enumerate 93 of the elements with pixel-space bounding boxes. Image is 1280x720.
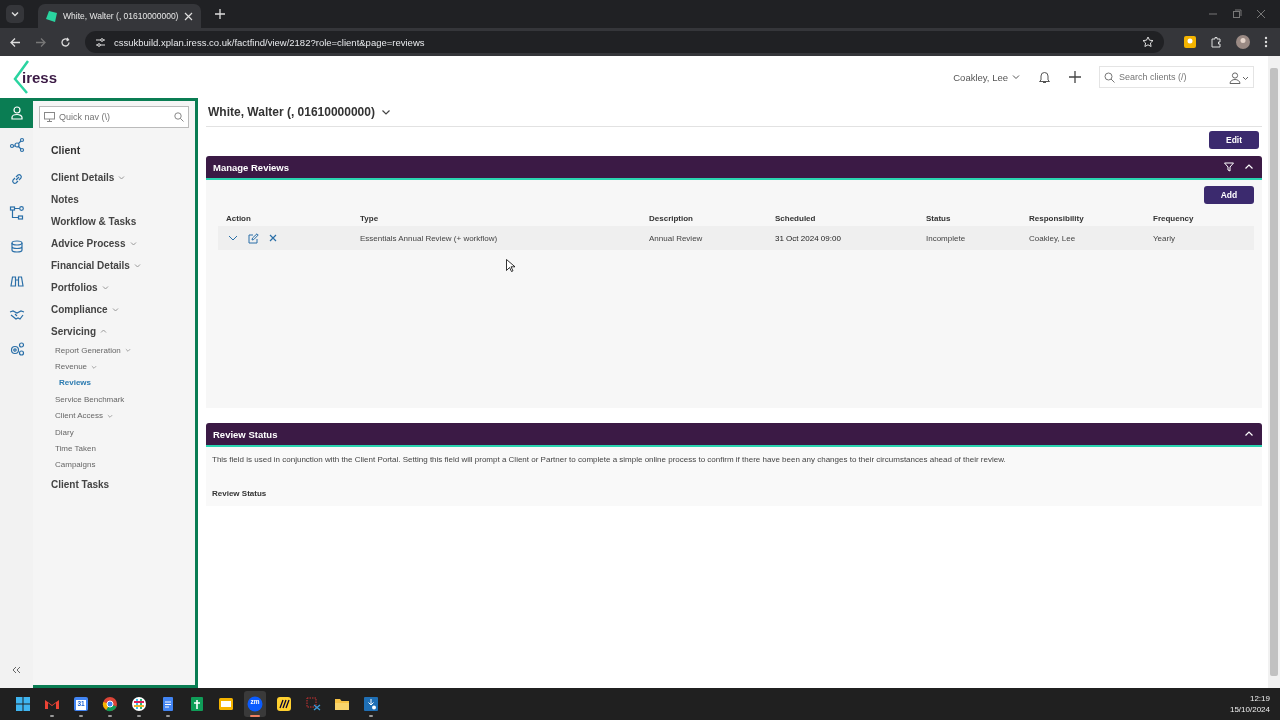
mouse-cursor-icon <box>506 259 515 272</box>
delete-icon[interactable] <box>269 234 277 242</box>
column-header: Scheduled <box>774 213 817 223</box>
nav-item[interactable]: Servicing <box>51 320 108 342</box>
sidebar-tab[interactable] <box>0 98 33 128</box>
column-header: Frequency <box>1152 213 1195 223</box>
tab-favicon-icon <box>46 10 57 22</box>
notification-bell-icon[interactable] <box>1038 70 1051 84</box>
chevron-down-icon <box>111 305 119 313</box>
extension-icon[interactable] <box>1184 36 1196 48</box>
person-icon <box>8 105 25 121</box>
clock-time[interactable]: 12:19 <box>1249 694 1270 703</box>
field-description: This field is used in conjunction with the Client Portal. Setting this field will prompt a Client or Partner to complete a simple online process to confirm if there have been any changes to their circumstances ahead of their review. <box>212 455 1007 464</box>
flow-icon <box>8 205 25 221</box>
nav-item[interactable]: Reviews <box>59 374 92 392</box>
panel-title: Manage Reviews <box>213 161 290 173</box>
column-header: Status <box>925 213 952 223</box>
edit-icon[interactable] <box>248 232 259 244</box>
table-cell-text: 31 Oct 2024 09:00 <box>774 233 842 243</box>
nav-item[interactable]: Time Taken <box>55 440 96 457</box>
new-tab-icon[interactable] <box>215 9 226 19</box>
account-icon[interactable] <box>1229 72 1249 84</box>
nav-item[interactable]: Report Generation <box>55 342 131 359</box>
quick-nav-field[interactable]: Quick nav (\) <box>39 106 189 128</box>
search-icon <box>1104 72 1115 83</box>
nav-item[interactable]: Revenue <box>55 358 98 375</box>
chevron-down-icon <box>91 363 98 370</box>
nav-item[interactable]: Portfolios <box>51 276 109 298</box>
chevron-down-icon <box>124 347 131 354</box>
search-clients-field[interactable]: Search clients (/) <box>1099 66 1254 88</box>
user-menu[interactable]: Coakley, Lee <box>953 71 1020 83</box>
star-icon[interactable] <box>1142 36 1154 48</box>
gears-icon <box>8 341 25 357</box>
table-cell-text: Annual Review <box>648 233 704 243</box>
coins-icon <box>8 239 25 255</box>
field-label: Review Status <box>212 489 267 498</box>
table-cell-text: Coakley, Lee <box>1028 233 1077 243</box>
tab-search-button[interactable] <box>6 5 24 23</box>
client-selector[interactable]: White, Walter (, 01610000000) <box>208 105 391 119</box>
expand-chevron-icon[interactable] <box>228 233 238 243</box>
table-cell-text: Essentials Annual Review (+ workflow) <box>359 233 499 243</box>
panel-title: Review Status <box>213 428 278 440</box>
close-icon[interactable] <box>1256 9 1266 19</box>
filter-icon[interactable] <box>1224 162 1234 172</box>
network-icon <box>8 137 25 153</box>
edit-button[interactable]: Edit <box>1209 131 1259 149</box>
column-header: Type <box>359 213 380 223</box>
column-header: Responsibility <box>1028 213 1085 223</box>
browser-tab[interactable]: White, Walter (, 01610000000) <box>38 4 202 28</box>
nav-item[interactable]: Workflow & Tasks <box>51 210 137 232</box>
nav-item[interactable]: Notes <box>51 188 79 210</box>
table-cell-text: Yearly <box>1152 233 1176 243</box>
chevron-down-icon <box>101 283 109 291</box>
avatar-icon[interactable] <box>1236 35 1250 49</box>
column-header: Description <box>648 213 694 223</box>
table-cell-text: Incomplete <box>925 233 967 243</box>
collapse-icon[interactable] <box>12 666 21 674</box>
chevron-down-icon <box>1012 73 1020 81</box>
add-icon[interactable] <box>1069 71 1081 83</box>
restore-icon[interactable] <box>1232 9 1242 19</box>
table-row[interactable]: Essentials Annual Review (+ workflow) Annual Review 31 Oct 2024 09:00 Incomplete Coakley, Lee Yearly <box>218 226 1254 250</box>
chevron-up-icon <box>100 327 108 335</box>
nav-item[interactable]: Advice Process <box>51 232 137 254</box>
menu-icon[interactable] <box>1264 36 1268 48</box>
chevron-down-icon <box>118 173 126 181</box>
nav-item[interactable]: Service Benchmark <box>55 391 125 408</box>
puzzle-icon[interactable] <box>1210 36 1222 48</box>
add-button[interactable]: Add <box>1204 186 1254 204</box>
nav-item[interactable]: Client Tasks <box>51 473 110 496</box>
site-settings-icon[interactable] <box>95 36 106 48</box>
nav-item[interactable]: Compliance <box>51 298 119 320</box>
search-icon <box>174 112 184 122</box>
binoculars-icon <box>8 273 25 289</box>
chevron-down-icon <box>10 9 20 19</box>
logo[interactable]: iress <box>12 59 58 95</box>
nav-item[interactable]: Client Access <box>55 407 114 424</box>
clock-date[interactable]: 15/10/2024 <box>1229 705 1270 714</box>
nav-item[interactable]: Campaigns <box>55 456 96 474</box>
nav-item[interactable]: Financial Details <box>51 254 141 276</box>
chevron-down-icon <box>380 107 391 117</box>
chevron-down-icon <box>107 412 114 419</box>
scrollbar[interactable] <box>1268 56 1280 688</box>
chevron-down-icon <box>133 261 141 269</box>
nav-heading: Client <box>51 144 82 156</box>
reload-icon[interactable] <box>60 36 71 48</box>
monitor-icon <box>44 112 55 122</box>
nav-item[interactable]: Diary <box>55 423 74 441</box>
nav-item[interactable]: Client Details <box>51 166 126 188</box>
chevron-down-icon <box>129 239 137 247</box>
address-bar[interactable]: cssukbuild.xplan.iress.co.uk/factfind/view/2182?role=client&page=reviews <box>85 31 1164 53</box>
column-header: Action <box>225 213 252 223</box>
back-icon[interactable] <box>10 36 21 48</box>
forward-icon[interactable] <box>35 36 46 48</box>
